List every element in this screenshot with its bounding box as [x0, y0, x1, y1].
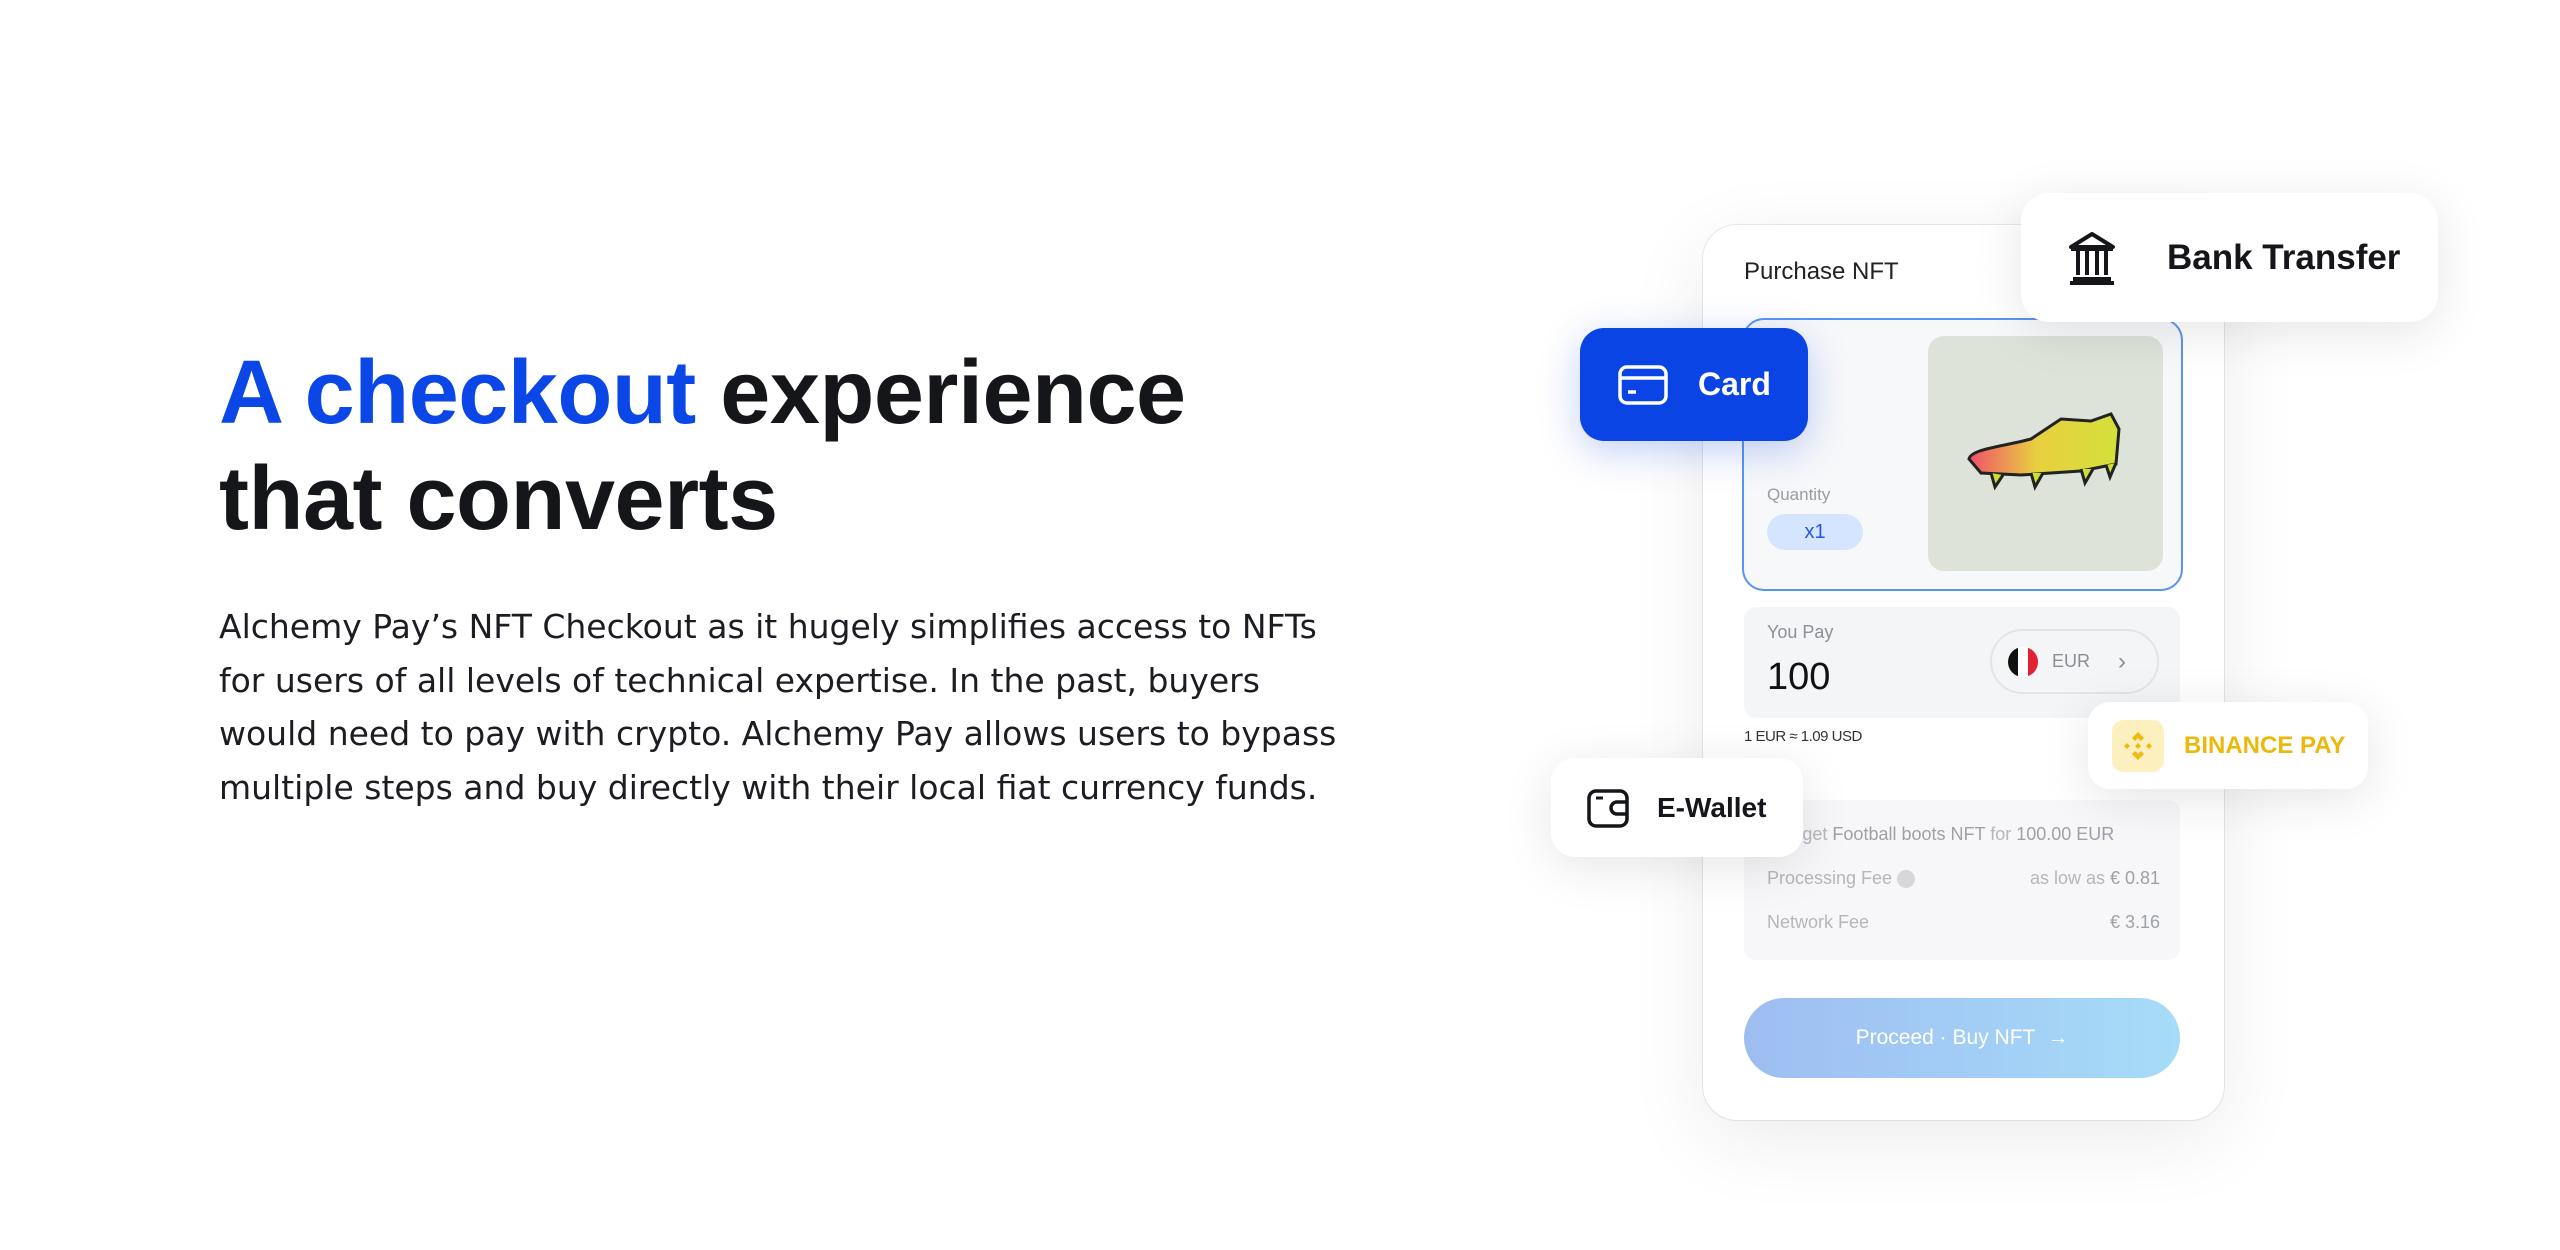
- you-pay-label: You Pay: [1767, 622, 1834, 642]
- card-label: Card: [1698, 366, 1771, 402]
- network-fee-value: € 3.16: [2110, 912, 2160, 933]
- processing-fee-label: Processing Fee: [1767, 868, 1916, 889]
- heading-rest: experience: [695, 343, 1186, 443]
- summary-item: Football boots NFT: [1832, 824, 1986, 844]
- bank-transfer-label: Bank Transfer: [2167, 237, 2401, 277]
- e-wallet-chip[interactable]: E-Wallet: [1551, 758, 1803, 857]
- heading-accent: A checkout: [219, 343, 696, 443]
- summary-total: 100.00 EUR: [2016, 824, 2115, 844]
- processing-fee-note: as low as: [2030, 868, 2106, 888]
- binance-pay-label: BINANCE PAY: [2184, 731, 2346, 759]
- card-chip[interactable]: Card: [1580, 328, 1808, 441]
- bank-transfer-chip[interactable]: Bank Transfer: [2021, 193, 2438, 322]
- network-fee-amount: € 3.16: [2109, 912, 2160, 932]
- order-summary: You get Football boots NFT for 100.00 EU…: [1767, 824, 2114, 845]
- checkout-title: Purchase NFT: [1744, 258, 1899, 285]
- network-fee-label: Network Fee: [1767, 912, 1870, 932]
- arrow-right-icon: →: [2047, 1026, 2069, 1049]
- quantity-selector[interactable]: x1: [1767, 514, 1863, 550]
- wallet-icon: [1587, 788, 1629, 828]
- football-boot-icon: [1966, 411, 2121, 491]
- summary-for: for: [1990, 824, 2012, 844]
- france-flag-icon: [2008, 646, 2038, 677]
- processing-fee-value: € 0.81: [2110, 868, 2160, 889]
- heading-line2: that converts: [219, 449, 778, 549]
- quantity-label: Quantity: [1767, 485, 1831, 504]
- pay-amount-input[interactable]: 100: [1767, 656, 1830, 699]
- chevron-right-icon: ›: [2118, 647, 2127, 675]
- info-icon[interactable]: [1897, 870, 1916, 889]
- hero-heading: A checkout experience that converts: [219, 340, 1186, 552]
- processing-fee-text: Processing Fee: [1767, 868, 1893, 888]
- exchange-rate: 1 EUR ≈ 1.09 USD: [1744, 728, 1862, 745]
- binance-pay-chip[interactable]: BINANCE PAY: [2088, 702, 2368, 789]
- currency-code: EUR: [2052, 651, 2091, 671]
- nft-image: [1928, 336, 2163, 571]
- processing-fee-amount: € 0.81: [2109, 868, 2160, 888]
- proceed-label: Proceed · Buy NFT: [1855, 1026, 2036, 1049]
- binance-icon: [2112, 719, 2164, 772]
- proceed-buy-button[interactable]: Proceed · Buy NFT →: [1744, 998, 2180, 1078]
- currency-selector[interactable]: EUR ›: [1990, 629, 2159, 694]
- hero-paragraph: Alchemy Pay’s NFT Checkout as it hugely …: [219, 607, 1337, 807]
- bank-icon: [2069, 231, 2115, 285]
- e-wallet-label: E-Wallet: [1657, 791, 1767, 823]
- credit-card-icon: [1618, 364, 1668, 405]
